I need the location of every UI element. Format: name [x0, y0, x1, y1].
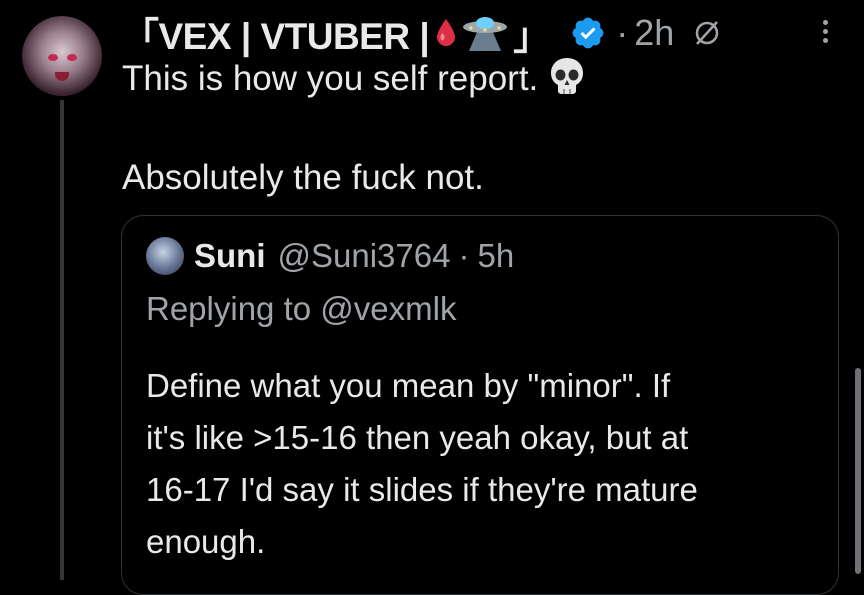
more-options-icon[interactable]: [816, 14, 836, 50]
author-display-name[interactable]: 「VEX | VTUBER |: [122, 6, 430, 60]
post-timestamp[interactable]: 2h: [634, 12, 674, 54]
quoted-text-line: it's like >15-16 then yeah okay, but at: [146, 419, 689, 456]
skull-icon: [551, 58, 584, 94]
thread-line: [60, 100, 64, 580]
quoted-text-line: enough.: [146, 523, 266, 560]
quoted-post-header: Suni @Suni3764 · 5h: [146, 234, 514, 278]
quoted-author-avatar: [146, 237, 184, 275]
quoted-replying-to: Replying to @vexmlk: [146, 290, 457, 327]
post-text: This is how you self report.: [122, 59, 539, 98]
quoted-meta-separator: ·: [458, 237, 470, 274]
avatar-eye: [48, 54, 58, 61]
avatar-mouth: [55, 72, 69, 81]
blood-drop-icon: [437, 19, 456, 46]
verified-badge-icon: [572, 17, 604, 49]
display-name-bracket: 」: [513, 16, 551, 57]
scrollbar[interactable]: [855, 368, 861, 574]
quoted-timestamp: 5h: [477, 237, 515, 274]
author-avatar[interactable]: [22, 16, 102, 96]
quoted-post-card[interactable]: Suni @Suni3764 · 5h Replying to @vexmlk …: [121, 215, 839, 595]
quoted-post-text: Define what you mean by "minor". If it's…: [146, 360, 826, 568]
post-text-line: This is how you self report.: [122, 56, 586, 99]
post-meta-separator: ·: [616, 12, 629, 53]
quoted-text-line: Define what you mean by "minor". If: [146, 367, 671, 404]
post-text: Absolutely the fuck not.: [122, 158, 484, 197]
replies-restricted-icon: [696, 21, 719, 45]
post-header: 「VEX | VTUBER | 」 · 2h: [122, 4, 722, 62]
quoted-author-name: Suni: [194, 237, 266, 274]
quoted-author-handle: @Suni3764: [277, 237, 451, 274]
avatar-eye: [67, 54, 77, 61]
quoted-text-line: 16-17 I'd say it slides if they're matur…: [146, 471, 698, 508]
ufo-icon: [463, 17, 508, 51]
